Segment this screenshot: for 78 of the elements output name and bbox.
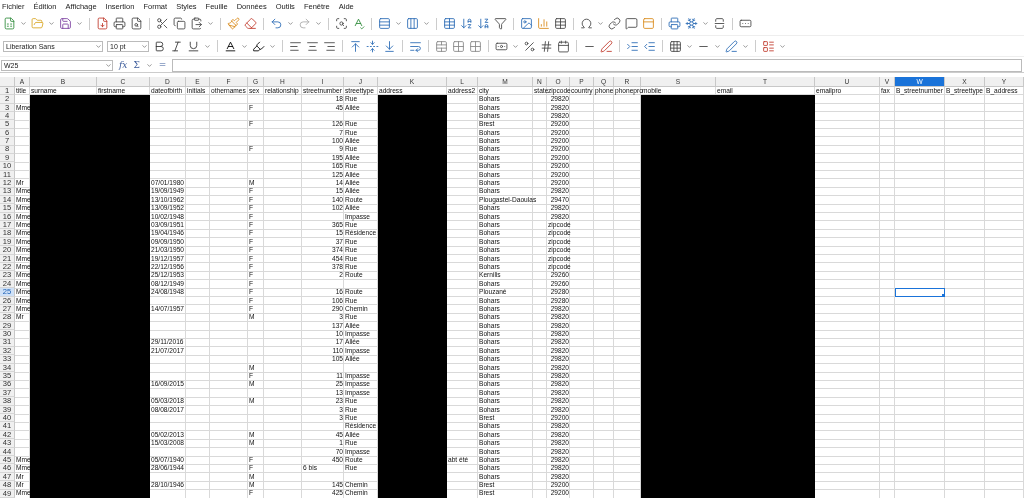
print-area-icon[interactable] [668,17,681,31]
conditional-format-icon[interactable] [762,39,775,53]
merge-cells-icon[interactable] [435,39,448,53]
formula-input[interactable] [172,58,1022,72]
caret-icon[interactable] [241,42,248,50]
caret-icon[interactable] [779,42,786,50]
paintbrush-icon[interactable] [227,17,240,31]
borders-icon[interactable] [669,39,682,53]
columns-icon[interactable] [406,17,419,31]
align-middle-icon[interactable] [366,39,379,53]
eraser-icon[interactable] [244,17,257,31]
sort-descending-icon[interactable] [477,17,490,31]
spreadsheet-icon[interactable] [3,17,16,31]
rows-icon[interactable] [378,17,391,31]
undo-icon[interactable] [270,17,283,31]
align-left-icon[interactable] [289,39,302,53]
caret-icon[interactable] [702,20,709,28]
caret-icon[interactable] [48,20,55,28]
image-icon[interactable] [520,17,533,31]
italic-icon[interactable] [170,39,183,53]
caret-icon[interactable] [315,20,322,28]
link-icon[interactable] [608,17,621,31]
caret-icon[interactable] [141,42,148,50]
outdent-icon[interactable] [643,39,656,53]
header-icon[interactable] [642,17,655,31]
caret-icon[interactable] [204,42,211,50]
underline-icon[interactable] [187,39,200,53]
comment-icon[interactable] [625,17,638,31]
caret-icon[interactable] [395,20,402,28]
percent-icon[interactable] [523,39,536,53]
caret-icon[interactable] [95,42,102,50]
grid-icon[interactable] [452,39,465,53]
printer-icon[interactable] [113,17,126,31]
save-icon[interactable] [59,17,72,31]
caret-icon[interactable] [287,20,294,28]
indent-icon[interactable] [626,39,639,53]
caret-icon[interactable] [714,42,721,50]
cell-cursor[interactable] [895,288,945,297]
align-right-icon[interactable] [323,39,336,53]
wrap-text-icon[interactable] [409,39,422,53]
pivot-table-icon[interactable] [554,17,567,31]
caret-icon[interactable] [423,20,430,28]
border-color-icon[interactable] [725,39,738,53]
align-center-icon[interactable] [306,39,319,53]
number-format-icon[interactable] [540,39,553,53]
fill-handle[interactable] [942,293,945,297]
caret-icon[interactable] [76,20,83,28]
bold-icon[interactable] [153,39,166,53]
align-bottom-icon[interactable] [383,39,396,53]
search-icon[interactable] [335,17,348,31]
caret-icon[interactable] [512,42,519,50]
highlight-icon[interactable] [252,39,265,53]
caret-icon[interactable] [207,20,214,28]
sort-ascending-icon[interactable] [460,17,473,31]
copy-icon[interactable] [173,17,186,31]
filter-icon[interactable] [494,17,507,31]
function-wizard-button[interactable]: fx [119,60,128,70]
spellcheck-icon[interactable] [352,17,365,31]
caret-icon[interactable] [105,61,112,69]
caret-icon[interactable] [597,20,604,28]
caret-icon[interactable] [20,20,27,28]
font-color-icon[interactable] [224,39,237,53]
table-icon[interactable] [443,17,456,31]
caret-icon[interactable] [742,42,749,50]
formula-button[interactable]: = [158,60,167,70]
clipboard-icon[interactable] [190,17,203,31]
scissors-icon[interactable] [156,17,169,31]
split-window-icon[interactable] [713,17,726,31]
caret-icon[interactable] [269,42,276,50]
file-search-icon[interactable] [130,17,143,31]
freeze-icon[interactable] [685,17,698,31]
caret-icon[interactable] [686,42,693,50]
calendar-icon[interactable] [557,39,570,53]
file-download-icon[interactable] [96,17,109,31]
omega-icon[interactable] [580,17,593,31]
caret-icon[interactable] [145,61,153,69]
align-top-icon[interactable] [349,39,362,53]
sum-button[interactable]: Σ [133,60,140,70]
